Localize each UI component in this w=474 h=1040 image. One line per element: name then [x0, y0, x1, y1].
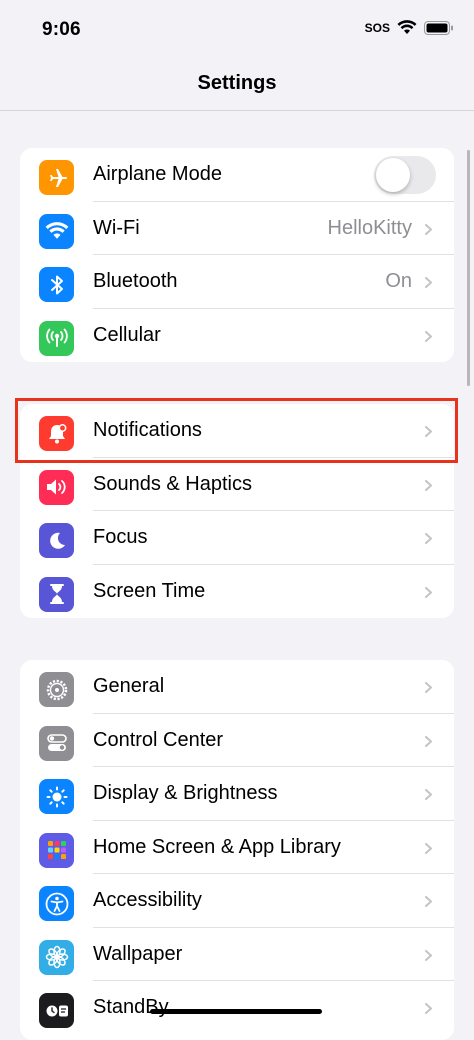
- chevron-right-icon: [425, 533, 432, 544]
- flower-icon: [39, 939, 74, 975]
- settings-row-label: Accessibility: [93, 889, 202, 911]
- chevron-right-icon: [425, 789, 432, 800]
- settings-row-sounds-haptics[interactable]: Sounds & Haptics: [20, 458, 454, 511]
- cellular-icon: [39, 320, 74, 356]
- settings-row-label: StandBy: [93, 996, 169, 1018]
- hourglass-icon: [39, 576, 74, 612]
- chevron-right-icon: [425, 223, 432, 235]
- settings-row-label: Screen Time: [93, 579, 206, 602]
- gear-icon: [39, 672, 74, 707]
- toggles-icon: [39, 725, 74, 761]
- settings-group-general: General Control Center Display & Brightn…: [20, 660, 454, 1040]
- settings-row-focus[interactable]: Focus: [20, 511, 454, 565]
- chevron-right-icon: [425, 586, 432, 598]
- sun-icon: [39, 779, 74, 814]
- accessibility-icon: [39, 886, 74, 921]
- chevron-right-icon: [425, 277, 432, 288]
- chevron-right-icon: [425, 949, 432, 961]
- sos-indicator: SOS: [364, 20, 390, 35]
- settings-row-bluetooth[interactable]: Bluetooth On: [20, 255, 454, 309]
- speaker-icon: [39, 469, 74, 505]
- settings-row-label: Display & Brightness: [93, 782, 278, 804]
- chevron-right-icon: [425, 682, 432, 693]
- wifi-signal-icon: [397, 20, 417, 34]
- chevron-right-icon: [425, 1003, 432, 1014]
- battery-icon: [424, 20, 453, 35]
- settings-row-standby[interactable]: StandBy: [20, 981, 454, 1035]
- settings-row-label: General: [93, 675, 165, 697]
- settings-row-label: Focus: [93, 526, 148, 548]
- settings-row-label: Home Screen & App Library: [93, 835, 341, 858]
- settings-row-wallpaper[interactable]: Wallpaper: [20, 928, 454, 981]
- settings-row-general[interactable]: General: [20, 660, 454, 714]
- settings-row-label: Wi-Fi: [93, 216, 140, 239]
- standby-icon: [39, 993, 74, 1028]
- scroll-indicator[interactable]: [467, 150, 470, 386]
- navigation-bar: Settings: [0, 58, 474, 111]
- bluetooth-icon: [39, 267, 74, 302]
- status-bar: 9:06 SOS: [0, 0, 474, 58]
- chevron-right-icon: [425, 896, 432, 907]
- home-indicator[interactable]: [150, 1009, 322, 1014]
- airplane-mode-toggle[interactable]: [374, 156, 436, 194]
- moon-icon: [39, 523, 74, 558]
- toggle-knob: [376, 158, 410, 192]
- bluetooth-status-value: On: [385, 270, 412, 292]
- settings-group-connectivity: Airplane Mode Wi-Fi HelloKitty Bluetooth…: [20, 148, 454, 362]
- settings-row-label: Sounds & Haptics: [93, 472, 252, 495]
- settings-row-display-brightness[interactable]: Display & Brightness: [20, 767, 454, 821]
- settings-row-wifi[interactable]: Wi-Fi HelloKitty: [20, 202, 454, 255]
- airplane-icon: [39, 160, 74, 195]
- status-time: 9:06: [42, 19, 81, 40]
- settings-row-accessibility[interactable]: Accessibility: [20, 874, 454, 928]
- settings-row-label: Bluetooth: [93, 270, 178, 292]
- settings-row-label: Cellular: [93, 323, 161, 346]
- chevron-right-icon: [425, 479, 432, 491]
- settings-row-label: Wallpaper: [93, 942, 183, 965]
- notifications-highlight-box: [15, 398, 458, 463]
- settings-row-cellular[interactable]: Cellular: [20, 309, 454, 363]
- wifi-network-value: HelloKitty: [327, 216, 412, 239]
- status-indicators: SOS: [365, 20, 454, 35]
- wifi-icon: [39, 213, 74, 249]
- app-grid-icon: [39, 832, 74, 868]
- settings-row-control-center[interactable]: Control Center: [20, 714, 454, 767]
- settings-row-label: Airplane Mode: [93, 163, 222, 185]
- settings-row-label: Control Center: [93, 728, 224, 751]
- chevron-right-icon: [425, 842, 432, 854]
- settings-row-home-screen[interactable]: Home Screen & App Library: [20, 821, 454, 874]
- chevron-right-icon: [425, 735, 432, 747]
- settings-row-airplane-mode[interactable]: Airplane Mode: [20, 148, 454, 202]
- chevron-right-icon: [425, 330, 432, 342]
- page-title: Settings: [197, 72, 277, 94]
- settings-row-screen-time[interactable]: Screen Time: [20, 565, 454, 619]
